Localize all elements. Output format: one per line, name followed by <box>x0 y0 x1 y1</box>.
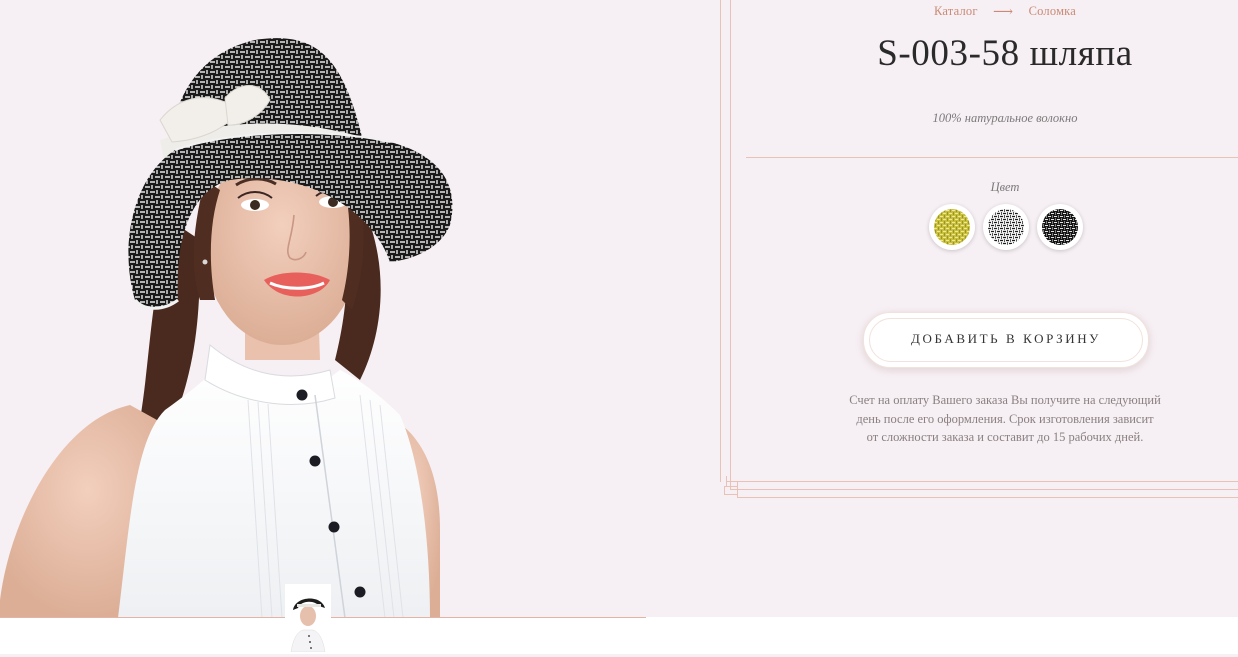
product-photo <box>0 0 646 618</box>
order-info-line: день после его оформления. Срок изготовл… <box>856 411 1154 426</box>
model-hat-image <box>0 38 453 618</box>
section-divider <box>746 157 1238 158</box>
color-swatches <box>929 204 1089 252</box>
add-to-cart-label: ДОБАВИТЬ В КОРЗИНУ <box>911 331 1101 346</box>
color-swatch-yellow[interactable] <box>929 204 975 250</box>
color-swatch-black-white[interactable] <box>983 204 1029 250</box>
product-material: 100% натуральное волокно <box>932 111 1078 125</box>
order-info-line: Счет на оплату Вашего заказа Вы получите… <box>849 393 1161 407</box>
color-swatch-black[interactable] <box>1037 204 1083 250</box>
color-label: Цвет <box>990 180 1020 194</box>
breadcrumb-catalog-link[interactable]: Каталог <box>934 4 978 18</box>
order-info-line: от сложности заказа и составит до 15 раб… <box>866 430 1144 444</box>
add-to-cart-button[interactable]: ДОБАВИТЬ В КОРЗИНУ <box>863 312 1149 368</box>
thumbnail-strip <box>0 617 1238 654</box>
breadcrumb-arrow-icon: ⟶ <box>992 5 1014 20</box>
product-thumbnail[interactable] <box>285 584 331 653</box>
product-title: S-003-58 шляпа <box>877 33 1133 74</box>
order-info-text: Счет на оплату Вашего заказа Вы получите… <box>720 391 1238 447</box>
breadcrumb-category-link[interactable]: Соломка <box>1029 4 1076 18</box>
breadcrumb: Каталог ⟶ Соломка <box>720 3 1238 20</box>
